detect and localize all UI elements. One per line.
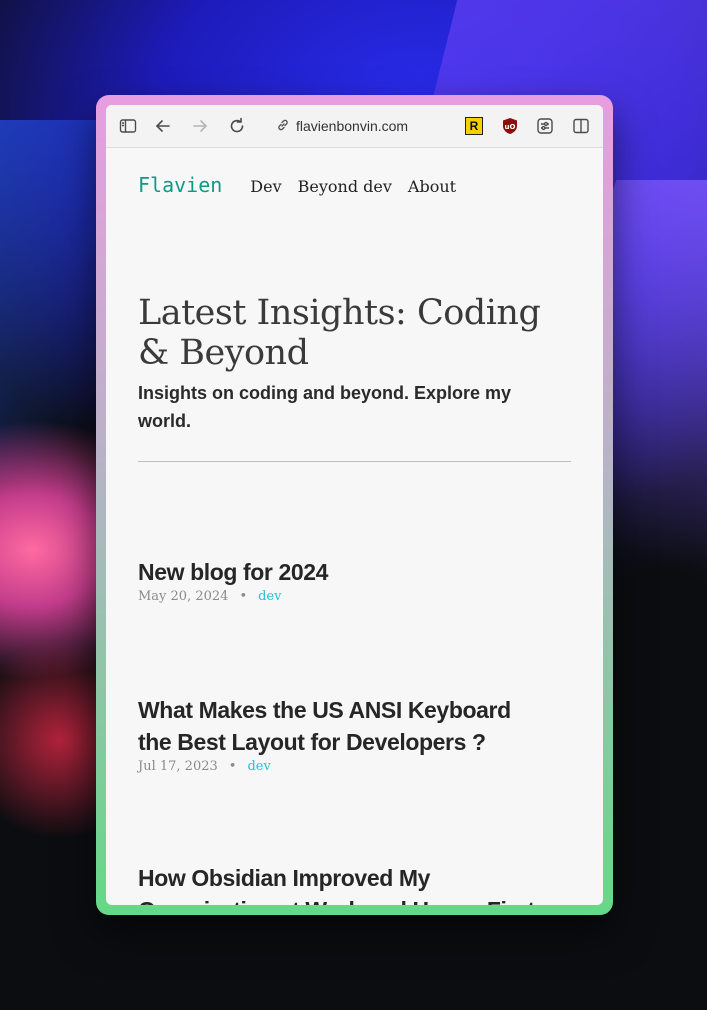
post-item: New blog for 2024 May 20, 2024 • dev <box>138 556 571 604</box>
post-date: Jul 17, 2023 <box>138 759 218 774</box>
forward-arrow-icon[interactable] <box>190 116 210 136</box>
address-bar[interactable]: flavienbonvin.com <box>276 116 408 136</box>
nav-link-beyond-dev[interactable]: Beyond dev <box>298 177 392 196</box>
separator-dot: • <box>239 589 248 604</box>
site-nav: Flavien Dev Beyond dev About <box>138 148 571 197</box>
back-arrow-icon[interactable] <box>153 116 173 136</box>
post-title[interactable]: New blog for 2024 <box>138 556 571 588</box>
url-text[interactable]: flavienbonvin.com <box>296 118 408 134</box>
post-item: What Makes the US ANSI Keyboard the Best… <box>138 694 571 774</box>
r-extension-icon[interactable]: R <box>465 117 483 135</box>
post-item: How Obsidian Improved My Organization at… <box>138 862 571 905</box>
post-meta: May 20, 2024 • dev <box>138 589 571 604</box>
reload-icon[interactable] <box>227 116 247 136</box>
svg-text:uO: uO <box>505 123 516 131</box>
link-icon <box>276 118 290 135</box>
page-content: Flavien Dev Beyond dev About Latest Insi… <box>106 148 603 905</box>
post-title[interactable]: How Obsidian Improved My Organization at… <box>138 862 568 905</box>
separator-dot: • <box>228 759 237 774</box>
post-date: May 20, 2024 <box>138 589 229 604</box>
post-tag[interactable]: dev <box>258 589 281 604</box>
browser-window-frame: flavienbonvin.com R uO Flavien Dev Beyon… <box>96 95 613 915</box>
post-meta: Jul 17, 2023 • dev <box>138 759 571 774</box>
page-subtitle: Insights on coding and beyond. Explore m… <box>138 383 512 431</box>
divider <box>138 461 571 462</box>
page-title: Latest Insights: Coding & Beyond <box>138 293 541 373</box>
site-logo[interactable]: Flavien <box>138 173 222 197</box>
extensions-icon[interactable] <box>535 116 555 136</box>
nav-link-about[interactable]: About <box>408 177 456 196</box>
post-title[interactable]: What Makes the US ANSI Keyboard the Best… <box>138 694 518 758</box>
browser-toolbar: flavienbonvin.com R uO <box>106 105 603 148</box>
post-tag[interactable]: dev <box>247 759 270 774</box>
sidebar-toggle-icon[interactable] <box>118 116 138 136</box>
split-view-icon[interactable] <box>571 116 591 136</box>
ublock-extension-icon[interactable]: uO <box>502 117 518 135</box>
browser-window: flavienbonvin.com R uO Flavien Dev Beyon… <box>106 105 603 905</box>
nav-link-dev[interactable]: Dev <box>250 177 281 196</box>
